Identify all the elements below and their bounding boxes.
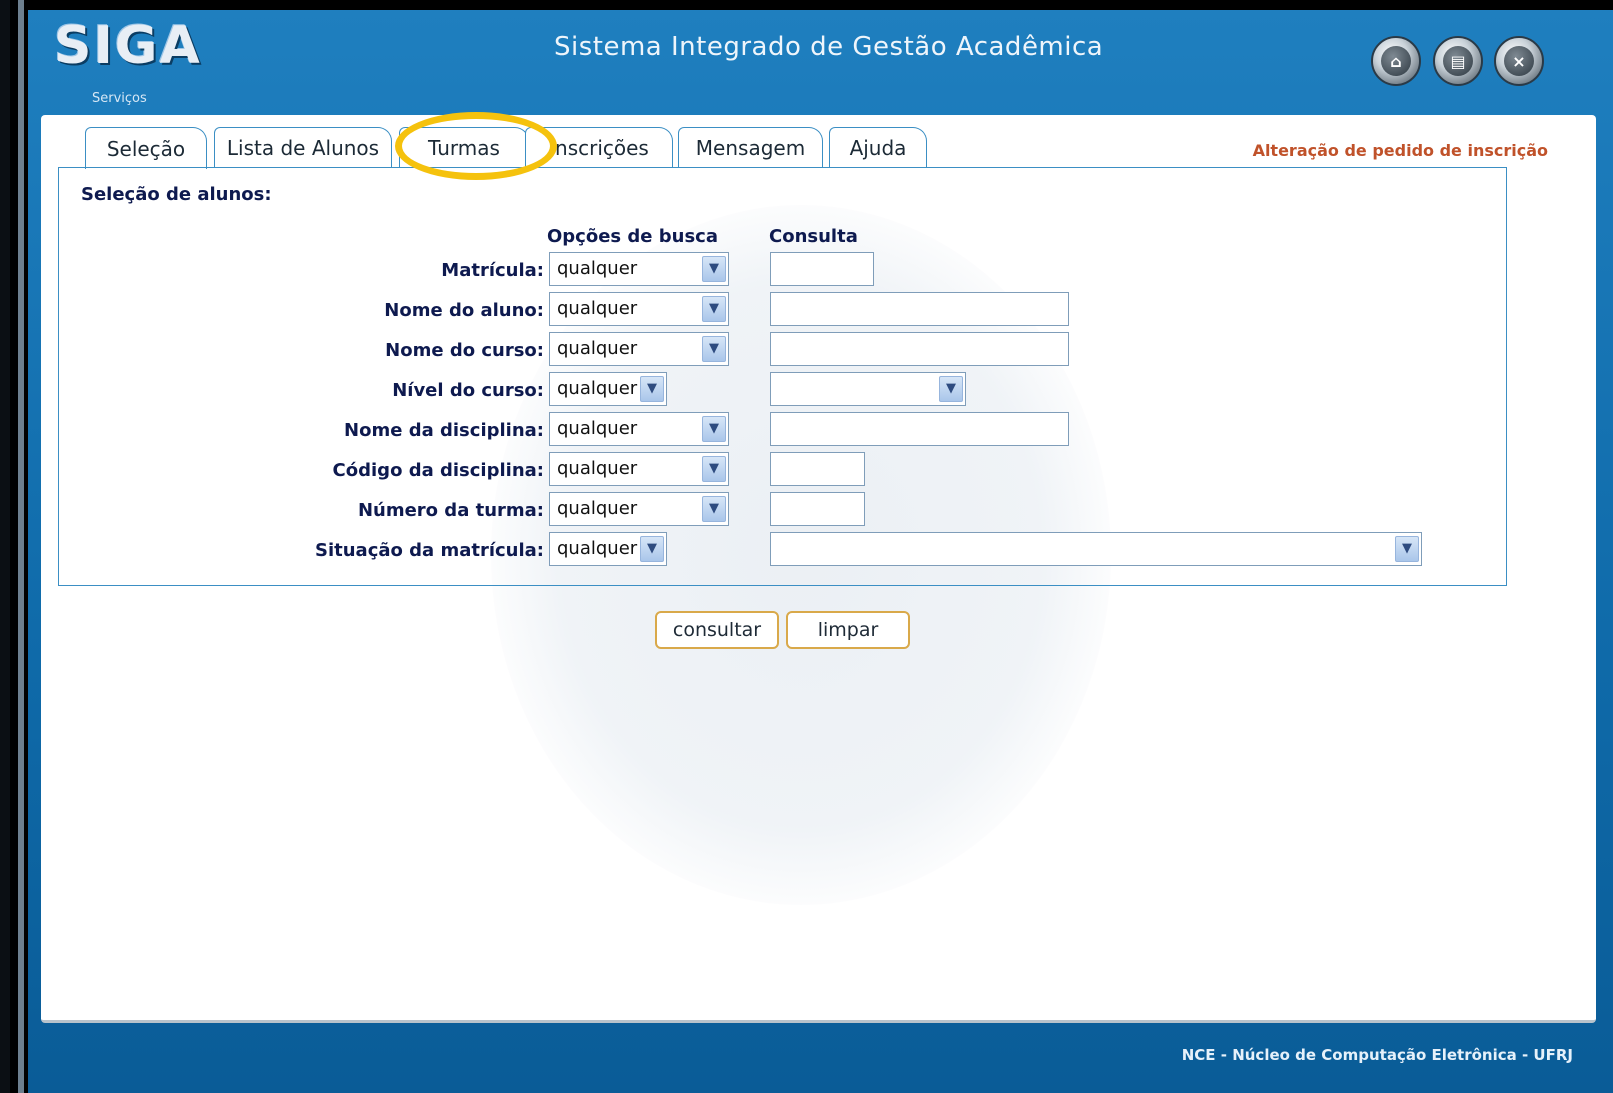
nome-curso-option-select[interactable]: qualquer ▼ (549, 332, 729, 366)
tab-lista-alunos[interactable]: Lista de Alunos (214, 127, 392, 167)
footer-text: NCE - Núcleo de Computação Eletrônica - … (1181, 1046, 1573, 1064)
section-title: Seleção de alunos: (81, 184, 272, 205)
situacao-matricula-label: Situação da matrícula: (315, 540, 544, 561)
left-border-line (18, 0, 24, 1093)
matricula-input[interactable] (770, 252, 874, 286)
nome-curso-label: Nome do curso: (385, 340, 544, 361)
nome-curso-input[interactable] (770, 332, 1069, 366)
tab-ajuda[interactable]: Ajuda (829, 127, 927, 167)
tab-selecao[interactable]: Seleção (85, 127, 207, 169)
nome-aluno-option-select[interactable]: qualquer ▼ (549, 292, 729, 326)
situacao-matricula-select[interactable]: ▼ (770, 532, 1422, 566)
app-title: Sistema Integrado de Gestão Acadêmica (554, 32, 1104, 62)
nivel-curso-option-select[interactable]: qualquer ▼ (549, 372, 667, 406)
header: SIGA Serviços Sistema Integrado de Gestã… (28, 10, 1613, 115)
select-value: qualquer (557, 258, 638, 279)
numero-turma-label: Número da turma: (357, 500, 544, 521)
nome-aluno-label: Nome do aluno: (384, 300, 544, 321)
nivel-curso-label: Nível do curso: (392, 380, 544, 401)
select-value: qualquer (557, 498, 638, 519)
print-icon: ▤ (1443, 46, 1473, 76)
query-column-header: Consulta (769, 226, 858, 247)
main-content: Seleção Lista de Alunos Turmas Inscriçõe… (41, 115, 1596, 1023)
app-window: SIGA Serviços Sistema Integrado de Gestã… (28, 10, 1613, 1093)
select-value: qualquer (557, 458, 638, 479)
nome-disciplina-option-select[interactable]: qualquer ▼ (549, 412, 729, 446)
select-value: qualquer (557, 378, 638, 399)
home-button[interactable]: ⌂ (1371, 36, 1421, 86)
chevron-down-icon: ▼ (702, 256, 726, 282)
situacao-matricula-option-select[interactable]: qualquer ▼ (549, 532, 667, 566)
chevron-down-icon: ▼ (702, 456, 726, 482)
codigo-disciplina-option-select[interactable]: qualquer ▼ (549, 452, 729, 486)
limpar-button[interactable]: limpar (786, 611, 910, 649)
left-border (0, 0, 10, 1093)
tab-mensagem[interactable]: Mensagem (678, 127, 823, 167)
print-button[interactable]: ▤ (1433, 36, 1483, 86)
chevron-down-icon: ▼ (702, 416, 726, 442)
select-value: qualquer (557, 418, 638, 439)
select-value: qualquer (557, 538, 638, 559)
turmas-highlight-circle (395, 112, 557, 180)
codigo-disciplina-label: Código da disciplina: (332, 460, 544, 481)
numero-turma-option-select[interactable]: qualquer ▼ (549, 492, 729, 526)
close-icon: × (1504, 46, 1534, 76)
select-value: qualquer (557, 298, 638, 319)
chevron-down-icon: ▼ (702, 496, 726, 522)
siga-logo: SIGA (54, 16, 202, 76)
numero-turma-input[interactable] (770, 492, 865, 526)
matricula-option-select[interactable]: qualquer ▼ (549, 252, 729, 286)
matricula-label: Matrícula: (441, 260, 544, 281)
services-label: Serviços (92, 91, 147, 106)
consultar-button[interactable]: consultar (655, 611, 779, 649)
options-column-header: Opções de busca (547, 226, 718, 247)
chevron-down-icon: ▼ (640, 536, 664, 562)
selection-panel: Seleção de alunos: Opções de busca Consu… (58, 167, 1507, 586)
chevron-down-icon: ▼ (702, 336, 726, 362)
nivel-curso-select[interactable]: ▼ (770, 372, 966, 406)
select-value: qualquer (557, 338, 638, 359)
close-button[interactable]: × (1494, 36, 1544, 86)
chevron-down-icon: ▼ (640, 376, 664, 402)
chevron-down-icon: ▼ (939, 376, 963, 402)
nome-disciplina-label: Nome da disciplina: (344, 420, 544, 441)
chevron-down-icon: ▼ (702, 296, 726, 322)
page-subtitle: Alteração de pedido de inscrição (1252, 141, 1548, 160)
nome-disciplina-input[interactable] (770, 412, 1069, 446)
nome-aluno-input[interactable] (770, 292, 1069, 326)
chevron-down-icon: ▼ (1395, 536, 1419, 562)
codigo-disciplina-input[interactable] (770, 452, 865, 486)
home-icon: ⌂ (1381, 46, 1411, 76)
